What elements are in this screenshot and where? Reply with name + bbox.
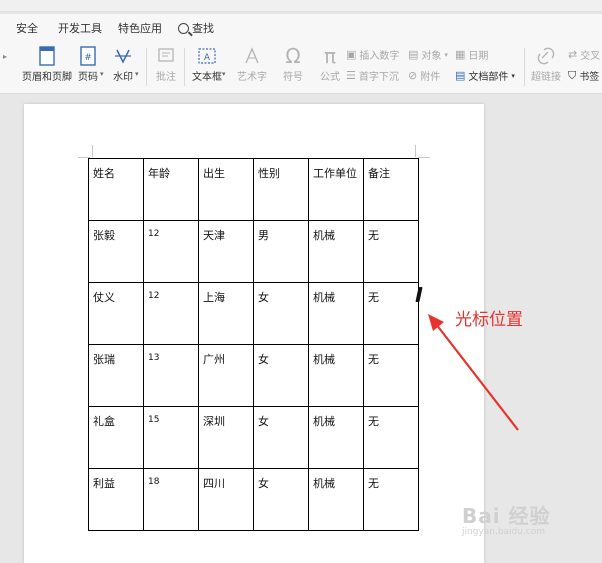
cursor-position-label: 光标位置 <box>455 310 523 330</box>
watermark-url: jingyan.baidu.com <box>462 527 546 537</box>
annotation-arrow <box>428 314 519 431</box>
watermark-main: Bai 经验 <box>462 504 551 528</box>
baidu-watermark: Bai 经验 jingyan.baidu.com <box>462 500 551 537</box>
